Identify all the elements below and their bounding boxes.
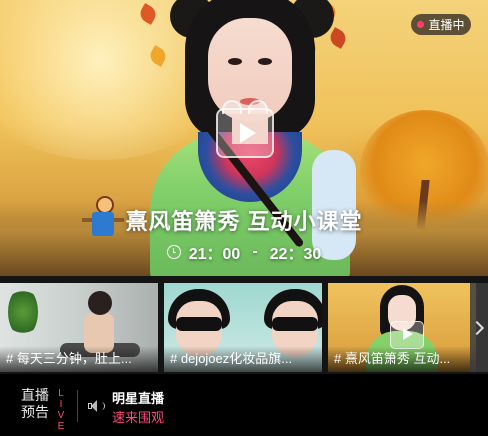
live-letter: E <box>57 421 65 432</box>
live-status-badge: 直播中 <box>411 14 471 35</box>
announcement-title[interactable]: 明星直播 <box>112 388 164 407</box>
clock-icon <box>166 245 181 259</box>
thumbnail-caption: # 熹风笛箫秀 互动... <box>328 346 476 372</box>
play-icon <box>390 321 424 349</box>
divider <box>77 390 78 422</box>
thumbnail-caption: # 每天三分钟，肚上... <box>0 346 158 372</box>
label-line: 直播 <box>21 387 49 403</box>
speaker-icon <box>88 400 105 412</box>
video-thumbnail-makeup[interactable]: # dejojoez化妆品旗... <box>164 283 322 372</box>
time-end: 22：30 <box>269 246 322 263</box>
performer-image <box>258 58 272 65</box>
video-thumbnail-strip: # 每天三分钟，肚上... # dejojoez化妆品旗... # 熹风笛箫秀 … <box>0 276 488 374</box>
stream-time: 21：00 - 22：30 <box>0 240 488 264</box>
time-separator: - <box>252 243 258 260</box>
sunglasses-image <box>272 317 318 331</box>
chevron-right-icon <box>469 320 485 335</box>
next-button[interactable] <box>469 283 488 372</box>
leaf-decoration <box>327 27 349 49</box>
live-preview-bar[interactable]: 直播 预告 L I V E 明星直播 速来围观 <box>0 374 488 436</box>
stream-title: 熹风笛箫秀 互动小课堂 <box>125 209 363 234</box>
thumbnail-caption: # dejojoez化妆品旗... <box>164 346 322 372</box>
live-letter: L <box>58 388 64 399</box>
time-start: 21：00 <box>188 246 241 263</box>
live-vertical-text: L I V E <box>56 388 66 432</box>
video-thumbnail-flute[interactable]: # 熹风笛箫秀 互动... <box>328 283 476 372</box>
plant-image <box>8 287 38 337</box>
video-thumbnail-yoga[interactable]: # 每天三分钟，肚上... <box>0 283 158 372</box>
sunglasses-image <box>176 317 222 331</box>
live-dot-icon <box>417 21 425 28</box>
label-line: 预告 <box>21 404 49 420</box>
thumbnail-image <box>88 291 112 315</box>
play-icon <box>240 123 256 143</box>
live-letter: V <box>57 410 65 421</box>
performer-image <box>228 58 242 65</box>
live-status-label: 直播中 <box>428 18 465 32</box>
live-preview-label: 直播 预告 <box>21 387 49 421</box>
play-button[interactable] <box>216 100 274 158</box>
live-letter: I <box>59 399 63 410</box>
live-hero-banner[interactable]: 直播中 熹风笛箫秀 互动小课堂 21：00 - 22：30 <box>0 0 488 276</box>
announcement-subtitle[interactable]: 速来围观 <box>112 407 164 426</box>
